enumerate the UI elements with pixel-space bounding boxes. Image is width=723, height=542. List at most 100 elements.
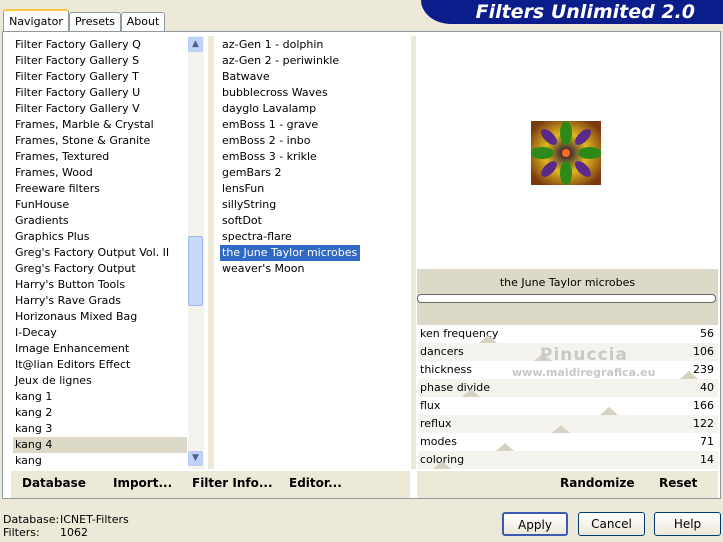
database-button[interactable]: Database <box>22 476 86 490</box>
watermark-url: www.maidiregrafica.eu <box>512 366 656 379</box>
filter-item[interactable]: spectra-flare <box>220 229 408 245</box>
param-slider[interactable]: flux 166 <box>418 397 718 415</box>
category-item[interactable]: Filter Factory Gallery V <box>13 101 187 117</box>
param-label: dancers <box>420 345 464 358</box>
category-item[interactable]: Filter Factory Gallery Q <box>13 37 187 53</box>
watermark-name: Pinuccia <box>540 345 628 365</box>
category-item[interactable]: kang 3 <box>13 421 187 437</box>
slider-thumb-icon[interactable] <box>552 425 570 433</box>
filter-item[interactable]: softDot <box>220 213 408 229</box>
editor-button[interactable]: Editor... <box>289 476 342 490</box>
param-value: 71 <box>700 435 714 448</box>
param-value: 56 <box>700 327 714 340</box>
param-value: 166 <box>693 399 714 412</box>
category-item[interactable]: Horizonaus Mixed Bag <box>13 309 187 325</box>
tab-about[interactable]: About <box>121 12 165 31</box>
slider-thumb-icon[interactable] <box>680 371 698 379</box>
param-value: 40 <box>700 381 714 394</box>
progress-bar <box>417 294 716 303</box>
tab-presets[interactable]: Presets <box>69 12 121 31</box>
category-item[interactable]: kang 1 <box>13 389 187 405</box>
slider-thumb-icon[interactable] <box>479 335 497 343</box>
param-slider[interactable]: reflux 122 <box>418 415 718 433</box>
filter-info-button[interactable]: Filter Info... <box>192 476 273 490</box>
category-item[interactable]: Greg's Factory Output Vol. II <box>13 245 187 261</box>
filter-item[interactable]: dayglo Lavalamp <box>220 101 408 117</box>
filter-item[interactable]: bubblecross Waves <box>220 85 408 101</box>
filter-item[interactable]: lensFun <box>220 181 408 197</box>
apply-button[interactable]: Apply <box>502 512 568 536</box>
reset-button[interactable]: Reset <box>659 476 697 490</box>
filter-item[interactable]: emBoss 2 - inbo <box>220 133 408 149</box>
param-slider[interactable]: coloring 14 <box>418 451 718 469</box>
import-button[interactable]: Import... <box>113 476 172 490</box>
slider-thumb-icon[interactable] <box>433 461 451 469</box>
slider-thumb-icon[interactable] <box>462 389 480 397</box>
category-item[interactable]: Graphics Plus <box>13 229 187 245</box>
separator <box>411 36 416 469</box>
filter-item[interactable]: weaver's Moon <box>220 261 408 277</box>
category-item[interactable]: kang 2 <box>13 405 187 421</box>
left-button-bar: Database Import... Filter Info... Editor… <box>11 471 410 498</box>
param-value: 14 <box>700 453 714 466</box>
category-item[interactable]: Freeware filters <box>13 181 187 197</box>
category-list-panel: Filter Factory Gallery Q Filter Factory G… <box>11 36 206 469</box>
param-slider[interactable]: phase divide 40 <box>418 379 718 397</box>
filter-item[interactable]: the June Taylor microbes <box>220 245 361 261</box>
tab-navigator[interactable]: Navigator <box>3 9 69 33</box>
category-item[interactable]: Image Enhancement <box>13 341 187 357</box>
param-label: reflux <box>420 417 452 430</box>
scroll-up-icon[interactable]: ▲ <box>188 37 203 52</box>
filter-item[interactable]: gemBars 2 <box>220 165 408 181</box>
category-item[interactable]: Filter Factory Gallery T <box>13 69 187 85</box>
category-item[interactable]: Greg's Factory Output <box>13 261 187 277</box>
category-item[interactable]: kang 4 <box>13 437 187 453</box>
status-database-label: Database: <box>3 513 60 526</box>
param-slider[interactable]: modes 71 <box>418 433 718 451</box>
scroll-thumb[interactable] <box>188 236 203 306</box>
filter-list: az-Gen 1 - dolphin az-Gen 2 - periwinkle B… <box>220 37 408 277</box>
filter-item[interactable]: Batwave <box>220 69 408 85</box>
status-filters-value: 1062 <box>60 526 88 539</box>
preview-thumbnail <box>531 121 601 185</box>
app-title: Filters Unlimited 2.0 <box>421 0 723 24</box>
filter-list-panel: az-Gen 1 - dolphin az-Gen 2 - periwinkle B… <box>218 36 410 469</box>
filter-item[interactable]: emBoss 1 - grave <box>220 117 408 133</box>
randomize-button[interactable]: Randomize <box>560 476 634 490</box>
category-item[interactable]: Filter Factory Gallery S <box>13 53 187 69</box>
category-item[interactable]: kang <box>13 453 187 469</box>
preview-filter-name: the June Taylor microbes <box>499 276 636 289</box>
category-item[interactable]: I-Decay <box>13 325 187 341</box>
param-label: thickness <box>420 363 472 376</box>
filter-item[interactable]: emBoss 3 - krikle <box>220 149 408 165</box>
category-scrollbar[interactable]: ▲ ▼ <box>188 36 204 469</box>
category-item[interactable]: Gradients <box>13 213 187 229</box>
filter-item[interactable]: az-Gen 1 - dolphin <box>220 37 408 53</box>
param-value: 122 <box>693 417 714 430</box>
status-filters-label: Filters: <box>3 526 40 539</box>
status-database-value: ICNET-Filters <box>60 513 129 526</box>
category-item[interactable]: It@lian Editors Effect <box>13 357 187 373</box>
category-item[interactable]: Jeux de lignes <box>13 373 187 389</box>
category-item[interactable]: Frames, Marble & Crystal <box>13 117 187 133</box>
category-item[interactable]: Frames, Wood <box>13 165 187 181</box>
help-button[interactable]: Help <box>654 512 721 536</box>
cancel-button[interactable]: Cancel <box>578 512 645 536</box>
filter-item[interactable]: az-Gen 2 - periwinkle <box>220 53 408 69</box>
filter-item[interactable]: sillyString <box>220 197 408 213</box>
param-value: 106 <box>693 345 714 358</box>
category-item[interactable]: Frames, Stone & Granite <box>13 133 187 149</box>
category-item[interactable]: Frames, Textured <box>13 149 187 165</box>
slider-thumb-icon[interactable] <box>496 443 514 451</box>
category-item[interactable]: FunHouse <box>13 197 187 213</box>
category-item[interactable]: Filter Factory Gallery U <box>13 85 187 101</box>
category-item[interactable]: Harry's Rave Grads <box>13 293 187 309</box>
category-item[interactable]: Harry's Button Tools <box>13 277 187 293</box>
separator <box>208 36 214 469</box>
param-label: flux <box>420 399 441 412</box>
slider-thumb-icon[interactable] <box>600 407 618 415</box>
scroll-down-icon[interactable]: ▼ <box>188 451 203 466</box>
param-label: modes <box>420 435 457 448</box>
param-slider[interactable]: ken frequency 56 <box>418 325 718 343</box>
right-button-bar: Randomize Reset <box>417 471 718 498</box>
